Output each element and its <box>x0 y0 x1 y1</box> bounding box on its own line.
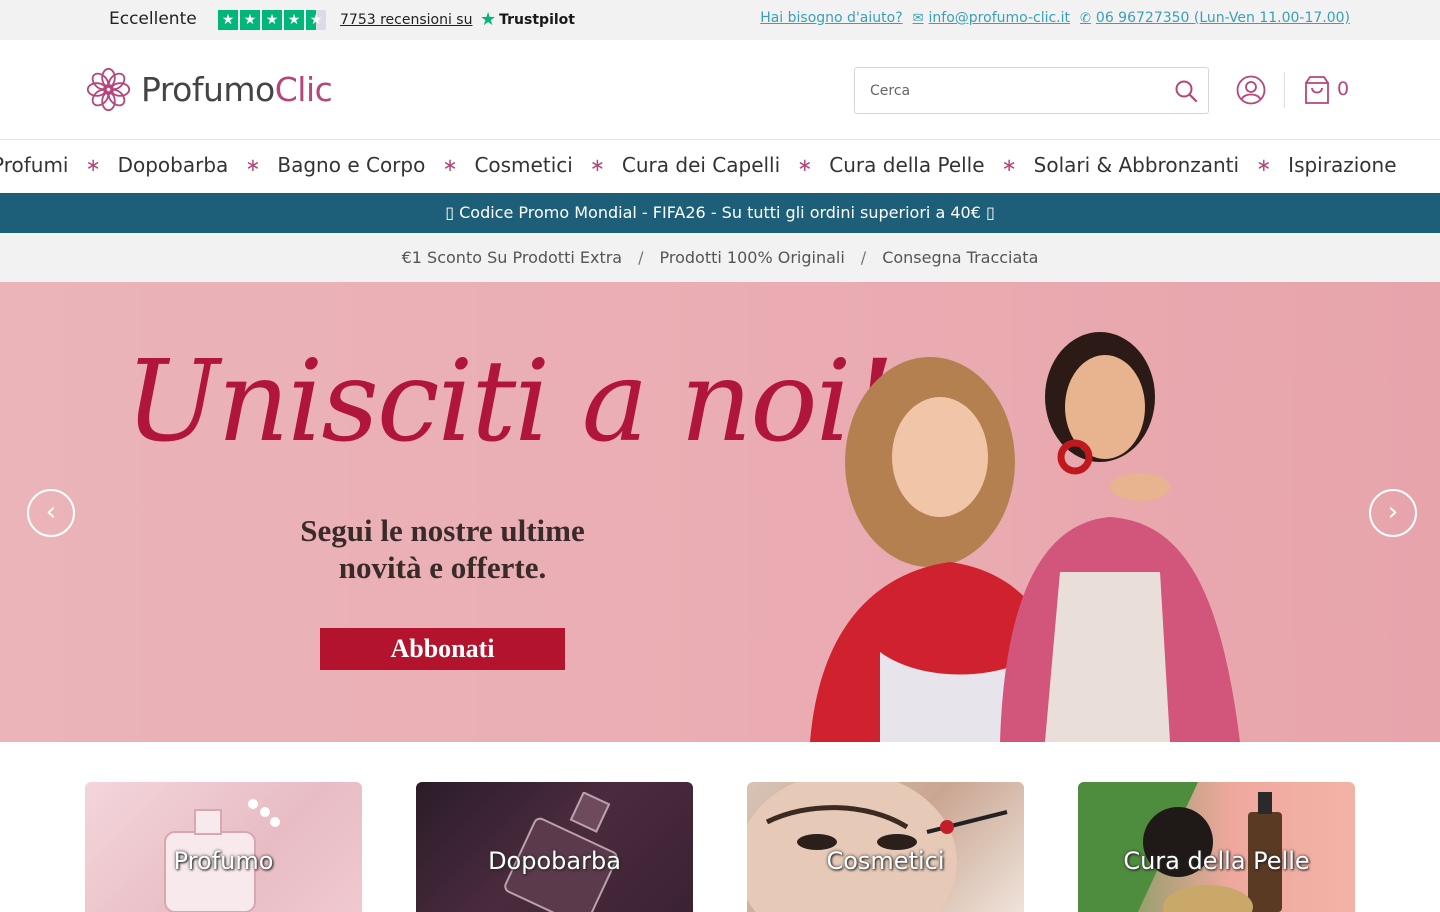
nav-item-ispirazione[interactable]: Ispirazione <box>1288 153 1396 177</box>
mail-icon: ✉ <box>912 10 924 26</box>
header-divider <box>1284 72 1285 108</box>
nav-separator-icon: ∗ <box>245 154 261 176</box>
cart-count[interactable]: 0 <box>1337 78 1349 100</box>
category-label: Dopobarba <box>488 847 621 875</box>
nav-separator-icon: ∗ <box>589 154 605 176</box>
main-navigation: Profumi ∗ Dopobarba ∗ Bagno e Corpo ∗ Cosmetic… <box>0 141 1440 193</box>
category-label: Cosmetici <box>826 847 945 875</box>
category-tiles: Profumo Dopobarba Cosmetici Cura della P… <box>85 782 1355 912</box>
hero-image-two-women <box>810 332 1240 742</box>
email-link[interactable]: ✉ info@profumo-clic.it <box>913 10 1070 26</box>
category-tile-cura-della-pelle[interactable]: Cura della Pelle <box>1078 782 1355 912</box>
logo-text-accent: Clic <box>274 70 333 109</box>
usp-strip: €1 Sconto Su Prodotti Extra / Prodotti 1… <box>0 233 1440 282</box>
nav-separator-icon: ∗ <box>85 154 101 176</box>
category-tile-dopobarba[interactable]: Dopobarba <box>416 782 693 912</box>
search-icon[interactable] <box>1174 79 1198 103</box>
nav-item-solari-abbronzanti[interactable]: Solari & Abbronzanti <box>1034 153 1239 177</box>
user-account-icon[interactable] <box>1236 75 1266 105</box>
usp-separator: / <box>638 248 644 267</box>
phone-icon: ✆ <box>1080 10 1091 26</box>
logo-text: ProfumoClic <box>141 70 333 109</box>
help-links: Hai bisogno d'aiuto? ✉ info@profumo-clic… <box>760 10 1350 26</box>
nav-separator-icon: ∗ <box>797 154 813 176</box>
carousel-next-button[interactable]: › <box>1369 489 1417 537</box>
logo-text-primary: Profumo <box>141 70 275 109</box>
category-tile-cosmetici[interactable]: Cosmetici <box>747 782 1024 912</box>
search-box <box>854 67 1209 114</box>
subscribe-button[interactable]: Abbonati <box>320 628 565 670</box>
promo-banner[interactable]: ▯ Codice Promo Mondial - FIFA26 - Su tut… <box>0 193 1440 233</box>
category-label: Profumo <box>173 847 274 875</box>
nav-track: Profumi ∗ Dopobarba ∗ Bagno e Corpo ∗ Cosmetic… <box>0 153 1397 177</box>
category-label: Cura della Pelle <box>1123 847 1310 875</box>
usp-item: €1 Sconto Su Prodotti Extra <box>401 248 623 267</box>
site-header: ProfumoClic 0 <box>0 40 1440 140</box>
nav-item-cosmetici[interactable]: Cosmetici <box>474 153 572 177</box>
star-icon: ★ <box>262 10 282 30</box>
phone-text: 06 96727350 (Lun-Ven 11.00-17.00) <box>1095 10 1350 26</box>
help-link[interactable]: Hai bisogno d'aiuto? <box>760 10 902 26</box>
hero-subtitle: Segui le nostre ultime novità e offerte. <box>300 513 585 585</box>
trustpilot-logo[interactable]: ★ Trustpilot <box>480 9 575 30</box>
flower-logo-icon <box>86 67 131 112</box>
nav-item-cura-della-pelle[interactable]: Cura della Pelle <box>829 153 984 177</box>
trustpilot-star-icon: ★ <box>480 9 497 30</box>
shopping-bag-icon[interactable] <box>1303 75 1331 105</box>
trustpilot-reviews-link[interactable]: 7753 recensioni su <box>340 12 472 28</box>
star-half-icon: ★ <box>306 10 326 30</box>
nav-separator-icon: ∗ <box>442 154 458 176</box>
hero-banner[interactable]: Unisciti a noi! Segui le nostre ultime n… <box>0 282 1440 742</box>
nav-item-profumi[interactable]: Profumi <box>0 153 68 177</box>
trustpilot-brand-label: Trustpilot <box>499 11 575 28</box>
nav-item-bagno-e-corpo[interactable]: Bagno e Corpo <box>277 153 425 177</box>
search-input[interactable] <box>855 68 1155 113</box>
usp-separator: / <box>860 248 867 267</box>
top-bar: Eccellente ★ ★ ★ ★ ★ 7753 recensioni su … <box>0 0 1440 40</box>
site-logo[interactable]: ProfumoClic <box>86 67 333 112</box>
trustpilot-stars[interactable]: ★ ★ ★ ★ ★ <box>218 10 326 30</box>
nav-separator-icon: ∗ <box>1256 154 1272 176</box>
nav-separator-icon: ∗ <box>1001 154 1017 176</box>
usp-item: Consegna Tracciata <box>882 248 1039 267</box>
star-icon: ★ <box>218 10 238 30</box>
nav-item-cura-dei-capelli[interactable]: Cura dei Capelli <box>622 153 780 177</box>
nav-item-dopobarba[interactable]: Dopobarba <box>118 153 229 177</box>
star-icon: ★ <box>240 10 260 30</box>
category-tile-profumo[interactable]: Profumo <box>85 782 362 912</box>
email-text: info@profumo-clic.it <box>928 10 1071 26</box>
trustpilot-rating-label: Eccellente <box>109 9 197 29</box>
star-icon: ★ <box>284 10 304 30</box>
phone-link[interactable]: ✆ 06 96727350 (Lun-Ven 11.00-17.00) <box>1080 10 1350 26</box>
carousel-prev-button[interactable]: ‹ <box>27 489 75 537</box>
usp-item: Prodotti 100% Originali <box>659 248 845 267</box>
